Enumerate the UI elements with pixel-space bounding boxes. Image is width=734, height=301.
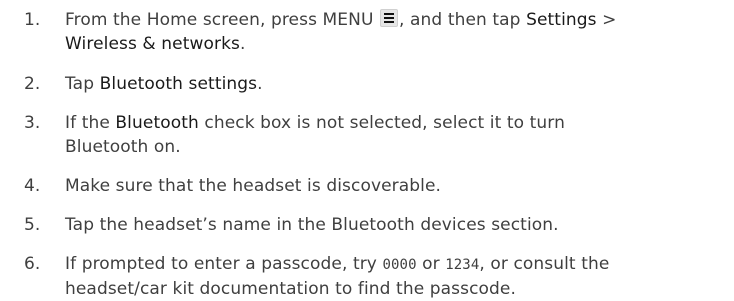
step-number: 5. <box>24 215 41 235</box>
step-text: Make sure that the headset is discoverab… <box>65 176 442 196</box>
bluetooth-label: Bluetooth <box>115 113 199 133</box>
step-text: If the Bluetooth check box is not select… <box>65 113 565 157</box>
step-number: 2. <box>24 74 41 94</box>
menu-icon <box>380 9 399 27</box>
bluetooth-settings-label: Bluetooth settings <box>99 74 258 94</box>
step-number: 4. <box>24 176 41 196</box>
step-text: If prompted to enter a passcode, try 000… <box>65 254 610 299</box>
passcode-1234: 1234 <box>445 257 480 273</box>
step-number: 3. <box>24 113 41 133</box>
step-text: Tap the headset’s name in the Bluetooth … <box>65 215 559 235</box>
step-text: From the Home screen, press MENU , and t… <box>65 9 617 54</box>
step-text: Tap Bluetooth settings. <box>65 74 263 94</box>
wireless-networks-label: Wireless & networks <box>65 34 240 54</box>
passcode-0000: 0000 <box>382 257 417 273</box>
step-number: 1. <box>24 10 41 30</box>
settings-label: Settings <box>526 10 597 30</box>
step-number: 6. <box>24 254 41 274</box>
instruction-steps: 1. From the Home screen, press MENU , an… <box>0 0 734 299</box>
